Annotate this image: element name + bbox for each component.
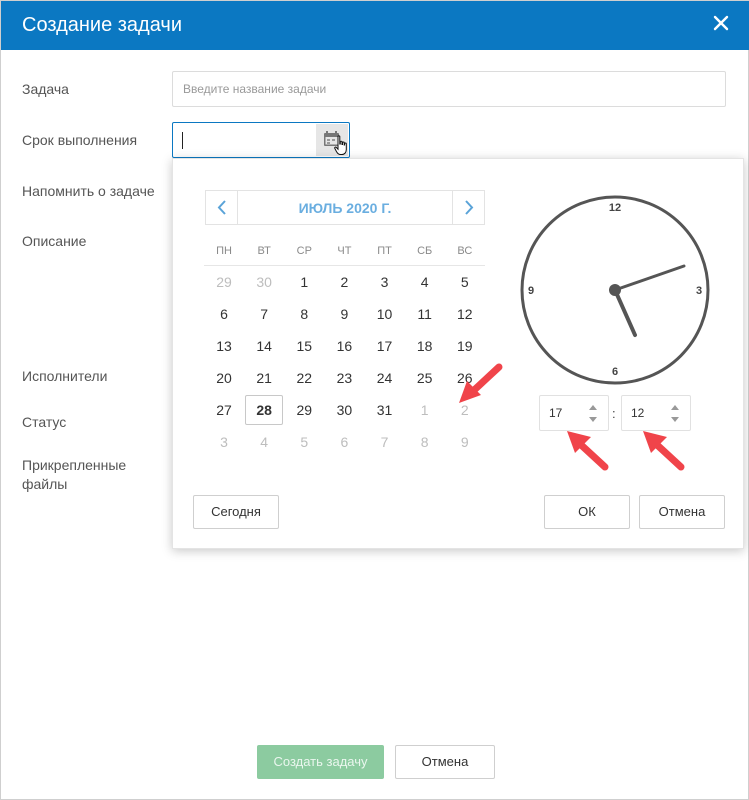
chevron-left-icon [217,200,226,215]
month-title[interactable]: ИЮЛЬ 2020 Г. [238,200,452,216]
calendar-day[interactable]: 4 [405,266,445,298]
calendar-day[interactable]: 6 [324,426,364,458]
clock-label-3: 3 [696,285,702,297]
calendar-day[interactable]: 16 [324,330,364,362]
calendar-day[interactable]: 20 [204,362,244,394]
calendar-day[interactable]: 27 [204,394,244,426]
calendar-day[interactable]: 29 [204,266,244,298]
weekday-header: ПН ВТ СР ЧТ ПТ СБ ВС [204,237,485,266]
calendar-day[interactable]: 19 [445,330,485,362]
weekday-label: ПН [216,245,232,257]
calendar-day[interactable]: 30 [244,266,284,298]
calendar-day[interactable]: 30 [324,394,364,426]
weekday-label: ВТ [257,245,271,257]
dialog-title: Создание задачи [22,14,182,36]
next-month-button[interactable] [452,191,484,224]
calendar-day[interactable]: 5 [284,426,324,458]
attachments-label: Прикрепленные [22,457,127,473]
prev-month-button[interactable] [206,191,238,224]
annotation-arrow-icon [567,431,609,471]
annotation-arrow-icon [643,431,685,471]
calendar-weeks: 29 30 1 2 3 4 5 6 7 8 9 10 11 12 13 14 15 16 17 18 19 20 21 22 2… [204,266,485,458]
weekday-label: ВС [457,245,473,257]
calendar-day[interactable]: 3 [204,426,244,458]
hour-value: 17 [549,406,563,420]
calendar-day[interactable]: 9 [445,426,485,458]
calendar-week-row: 29 30 1 2 3 4 5 [204,266,485,298]
selected-day-label: 28 [245,395,284,425]
calendar-day[interactable]: 9 [324,298,364,330]
calendar-week-row: 27 28 29 30 31 1 2 [204,394,485,426]
deadline-input[interactable] [172,122,350,158]
description-label: Описание [22,233,87,249]
calendar-day[interactable]: 5 [445,266,485,298]
clock-label-12: 12 [609,202,621,214]
calendar-day[interactable]: 17 [365,330,405,362]
calendar-day[interactable]: 25 [405,362,445,394]
analog-clock[interactable]: 12 3 6 9 [519,194,711,386]
calendar-day[interactable]: 1 [284,266,324,298]
task-create-dialog: Создание задачи Задача Срок выполнения Н… [0,0,749,800]
calendar-week-row: 3456789 [204,426,485,458]
calendar-day[interactable]: 3 [365,266,405,298]
text-caret [182,132,183,149]
calendar-day[interactable]: 11 [405,298,445,330]
status-label: Статус [22,414,67,430]
annotation-arrow-icon [459,363,503,403]
task-label: Задача [22,81,69,97]
calendar-day[interactable]: 15 [284,330,324,362]
assignees-label: Исполнители [22,368,108,384]
minute-up-icon[interactable] [668,401,682,413]
calendar-grid: ПН ВТ СР ЧТ ПТ СБ ВС 29 30 1 2 3 4 5 6 7 8 9 10 11 12… [204,237,485,458]
calendar-day[interactable]: 24 [365,362,405,394]
today-button[interactable]: Сегодня [193,495,279,529]
weekday-label: ПТ [377,245,392,257]
calendar-day[interactable]: 2 [324,266,364,298]
calendar-day[interactable]: 8 [405,426,445,458]
calendar-day[interactable]: 7 [365,426,405,458]
minute-value: 12 [631,406,645,420]
clock-center [609,284,621,296]
dialog-header: Создание задачи [1,1,749,50]
calendar-day[interactable]: 6 [204,298,244,330]
datetime-picker: ИЮЛЬ 2020 Г. ПН ВТ СР ЧТ ПТ СБ ВС 29 30 1 2… [172,158,744,549]
calendar-week-row: 20 21 22 23 24 25 26 [204,362,485,394]
calendar-day[interactable]: 4 [244,426,284,458]
calendar-day[interactable]: 23 [324,362,364,394]
clock-label-9: 9 [528,285,534,297]
calendar-day[interactable]: 7 [244,298,284,330]
weekday-label: СР [296,245,312,257]
calendar-week-row: 6 7 8 9 10 11 12 [204,298,485,330]
calendar-day[interactable]: 14 [244,330,284,362]
calendar-day[interactable]: 31 [365,394,405,426]
month-navigation: ИЮЛЬ 2020 Г. [205,190,485,225]
clock-label-6: 6 [612,366,618,378]
calendar-week-row: 13 14 15 16 17 18 19 [204,330,485,362]
cancel-button[interactable]: Отмена [395,745,495,779]
calendar-day[interactable]: 29 [284,394,324,426]
create-task-button[interactable]: Создать задачу [257,745,384,779]
weekday-label: СБ [417,245,433,257]
calendar-day[interactable]: 22 [284,362,324,394]
deadline-label: Срок выполнения [22,132,138,148]
close-icon[interactable] [710,12,732,34]
remind-label: Напомнить о задаче [22,183,155,199]
ok-button[interactable]: ОК [544,495,630,529]
calendar-day[interactable]: 10 [365,298,405,330]
hand-cursor-icon [334,135,347,155]
calendar-day[interactable]: 8 [284,298,324,330]
calendar-day[interactable]: 1 [405,394,445,426]
picker-cancel-button[interactable]: Отмена [639,495,725,529]
time-separator: : [612,406,616,421]
calendar-day[interactable]: 18 [405,330,445,362]
chevron-right-icon [465,200,474,215]
calendar-day[interactable]: 13 [204,330,244,362]
calendar-day[interactable]: 12 [445,298,485,330]
attachments-label-line2: файлы [22,476,68,492]
hour-up-icon[interactable] [586,401,600,413]
task-name-input[interactable] [172,71,726,107]
calendar-day[interactable]: 21 [244,362,284,394]
weekday-label: ЧТ [337,245,352,257]
calendar-day-selected[interactable]: 28 [244,394,284,426]
